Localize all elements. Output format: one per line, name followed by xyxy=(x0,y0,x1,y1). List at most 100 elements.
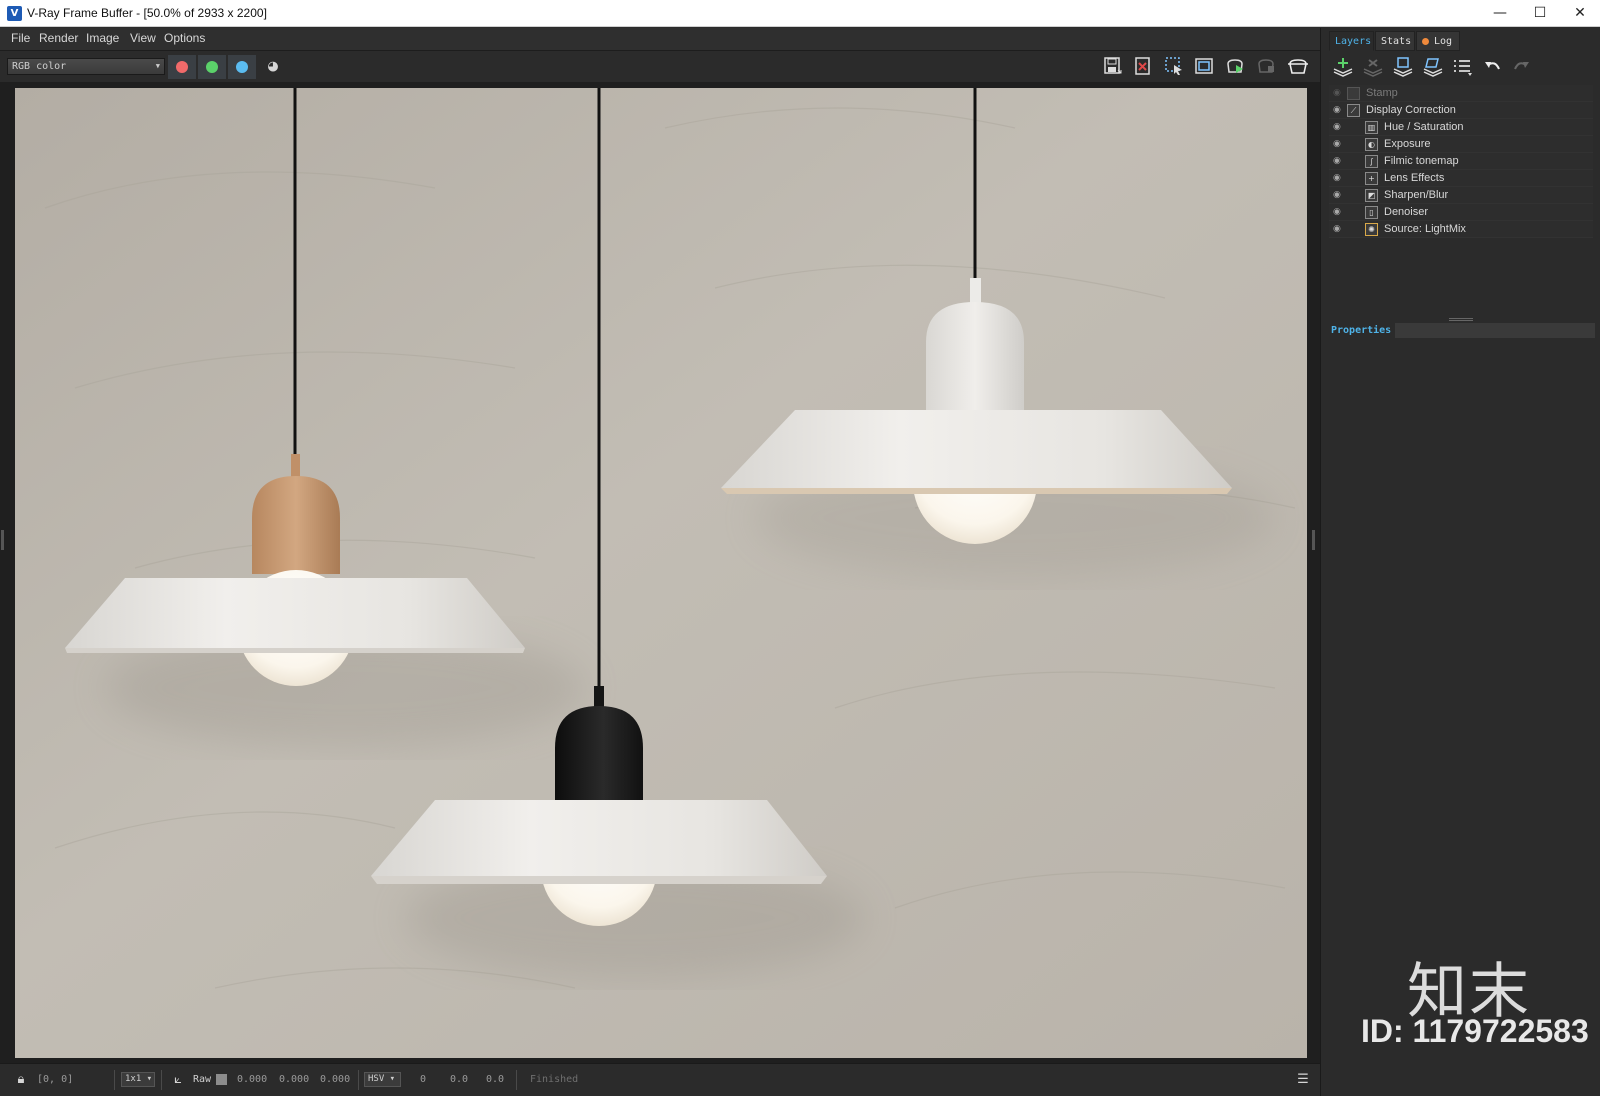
visibility-eye-icon[interactable]: ◉ xyxy=(1333,190,1345,200)
title-bar: V V-Ray Frame Buffer - [50.0% of 2933 x … xyxy=(0,0,1600,27)
layer-row[interactable]: ◉ ⟋ Display Correction xyxy=(1329,102,1593,119)
denoiser-icon: ▯ xyxy=(1365,206,1378,219)
toolbar: RGB color ▼ ◕ xyxy=(0,50,1320,82)
render-interactive-icon[interactable] xyxy=(1225,56,1247,78)
layer-row[interactable]: ◉ ◩ Sharpen/Blur xyxy=(1329,187,1593,204)
visibility-eye-icon[interactable]: ◉ xyxy=(1333,122,1345,132)
channel-value: RGB color xyxy=(12,61,67,72)
lens-icon: + xyxy=(1365,172,1378,185)
render-image[interactable] xyxy=(15,88,1307,1058)
menu-render[interactable]: Render xyxy=(39,31,78,45)
layer-label: Stamp xyxy=(1366,87,1398,99)
layers-panel: Layers Stats Log ◉ Stamp ◉ ⟋ Display Cor… xyxy=(1320,28,1600,1096)
layer-row[interactable]: ◉ ✺ Source: LightMix xyxy=(1329,221,1593,238)
pixel-g-value: 0.000 xyxy=(279,1074,310,1085)
zoom-value: 1x1 xyxy=(125,1074,142,1084)
layer-label: Exposure xyxy=(1384,138,1431,150)
tab-layers[interactable]: Layers xyxy=(1329,31,1374,51)
pixel-mode: Raw xyxy=(193,1074,212,1085)
pixel-b-value: 0.000 xyxy=(320,1074,351,1085)
green-channel-button[interactable] xyxy=(198,55,226,79)
menu-view[interactable]: View xyxy=(130,31,156,45)
zoom-dropdown[interactable]: 1x1 ▾ xyxy=(121,1072,155,1087)
exposure-icon: ◐ xyxy=(1365,138,1378,151)
pixel-color-swatch xyxy=(216,1074,227,1085)
delete-layer-icon[interactable] xyxy=(1361,57,1385,81)
layer-toolbar xyxy=(1329,55,1593,83)
rendered-pendant-lamps xyxy=(15,88,1307,1058)
menu-file[interactable]: File xyxy=(11,31,30,45)
left-splitter-handle[interactable] xyxy=(1,530,4,550)
clear-image-icon[interactable] xyxy=(1132,56,1154,78)
save-layers-icon[interactable] xyxy=(1391,57,1415,81)
divider xyxy=(161,1070,162,1090)
stamp-icon xyxy=(1347,87,1360,100)
blue-dot-icon xyxy=(236,61,248,73)
save-image-icon[interactable] xyxy=(1102,56,1124,78)
lock-icon[interactable]: 🔒︎ xyxy=(10,1069,32,1091)
visibility-eye-icon[interactable]: ◉ xyxy=(1333,156,1345,166)
menu-bar: File Render Image View Options xyxy=(0,28,1320,50)
visibility-eye-icon[interactable]: ◉ xyxy=(1333,139,1345,149)
green-dot-icon xyxy=(206,61,218,73)
region-render-icon[interactable] xyxy=(1163,56,1185,78)
pixel-v-value: 0.0 xyxy=(486,1074,505,1085)
render-icon[interactable] xyxy=(1287,56,1309,78)
history-panel-icon[interactable]: ☰ xyxy=(1292,1069,1314,1091)
vray-icon: V xyxy=(7,6,22,21)
layer-list-icon[interactable] xyxy=(1451,57,1475,81)
chevron-down-icon: ▼ xyxy=(155,62,160,70)
visibility-eye-icon[interactable]: ◉ xyxy=(1333,105,1345,115)
tab-log[interactable]: Log xyxy=(1416,31,1460,51)
add-layer-icon[interactable] xyxy=(1331,57,1355,81)
menu-image[interactable]: Image xyxy=(86,31,119,45)
layer-row[interactable]: ◉ ▥ Hue / Saturation xyxy=(1329,119,1593,136)
window-title: V-Ray Frame Buffer - [50.0% of 2933 x 22… xyxy=(27,6,267,20)
channel-dropdown[interactable]: RGB color ▼ xyxy=(7,58,165,75)
visibility-eye-icon[interactable]: ◉ xyxy=(1333,173,1345,183)
lightmix-icon: ✺ xyxy=(1365,223,1378,236)
layer-row[interactable]: ◉ ∫ Filmic tonemap xyxy=(1329,153,1593,170)
divider xyxy=(358,1070,359,1090)
maximize-icon[interactable]: ☐ xyxy=(1520,0,1560,27)
right-splitter-handle[interactable] xyxy=(1312,530,1315,550)
minimize-icon[interactable]: — xyxy=(1480,0,1520,27)
close-icon[interactable]: ✕ xyxy=(1560,0,1600,27)
visibility-eye-icon[interactable]: ◉ xyxy=(1333,224,1345,234)
alpha-channel-icon[interactable]: ◕ xyxy=(262,56,284,78)
layer-row[interactable]: ◉ + Lens Effects xyxy=(1329,170,1593,187)
render-viewport[interactable] xyxy=(0,82,1320,1063)
layer-label: Source: LightMix xyxy=(1384,223,1466,235)
red-channel-button[interactable] xyxy=(168,55,196,79)
tab-stats[interactable]: Stats xyxy=(1375,31,1415,51)
properties-label: Properties xyxy=(1329,323,1395,338)
divider xyxy=(516,1070,517,1090)
layer-row[interactable]: ◉ ▯ Denoiser xyxy=(1329,204,1593,221)
bars-icon: ▥ xyxy=(1365,121,1378,134)
layer-label: Display Correction xyxy=(1366,104,1456,116)
vray-frame-buffer-window: V V-Ray Frame Buffer - [50.0% of 2933 x … xyxy=(0,0,1600,1096)
properties-splitter-handle[interactable] xyxy=(1449,318,1473,321)
pixel-s-value: 0.0 xyxy=(450,1074,469,1085)
layer-label: Hue / Saturation xyxy=(1384,121,1464,133)
color-space-dropdown[interactable]: HSV ▾ xyxy=(364,1072,401,1087)
visibility-eye-icon[interactable]: ◉ xyxy=(1333,207,1345,217)
menu-options[interactable]: Options xyxy=(164,31,205,45)
layer-row[interactable]: ◉ ◐ Exposure xyxy=(1329,136,1593,153)
pixel-r-value: 0.000 xyxy=(237,1074,268,1085)
pixel-h-value: 0 xyxy=(420,1074,427,1085)
render-disabled-icon[interactable] xyxy=(1256,56,1278,78)
color-picker-icon[interactable]: ⟀ xyxy=(167,1069,189,1091)
redo-icon[interactable] xyxy=(1509,57,1533,81)
layer-label: Sharpen/Blur xyxy=(1384,189,1449,201)
load-layers-icon[interactable] xyxy=(1421,57,1445,81)
properties-header: Properties xyxy=(1329,323,1595,338)
blue-channel-button[interactable] xyxy=(228,55,256,79)
cursor-coordinates: [0, 0] xyxy=(37,1074,74,1085)
visibility-eye-icon[interactable]: ◉ xyxy=(1333,88,1345,98)
track-mouse-icon[interactable] xyxy=(1193,56,1215,78)
layer-row[interactable]: ◉ Stamp xyxy=(1329,85,1593,102)
layer-label: Filmic tonemap xyxy=(1384,155,1459,167)
curve-icon: ⟋ xyxy=(1347,104,1360,117)
undo-icon[interactable] xyxy=(1481,57,1505,81)
